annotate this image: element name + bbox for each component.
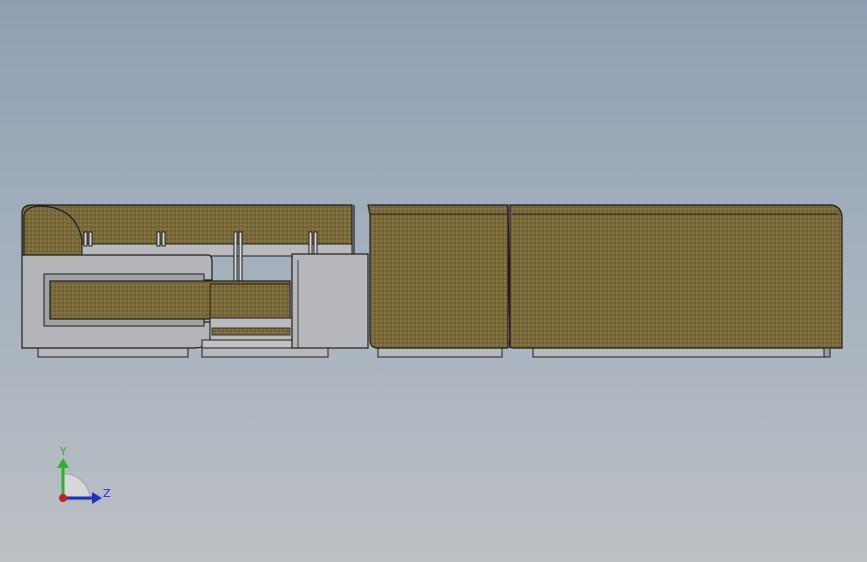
z-axis-arrowhead xyxy=(92,492,102,504)
triad-arc xyxy=(63,473,91,501)
y-axis-arrowhead xyxy=(57,458,69,468)
y-axis-label: Y xyxy=(59,445,67,458)
cad-viewport[interactable]: Y Z xyxy=(0,0,867,562)
z-axis-label: Z xyxy=(103,487,111,500)
x-axis-origin xyxy=(59,494,67,502)
orientation-triad: Y Z xyxy=(57,445,111,504)
